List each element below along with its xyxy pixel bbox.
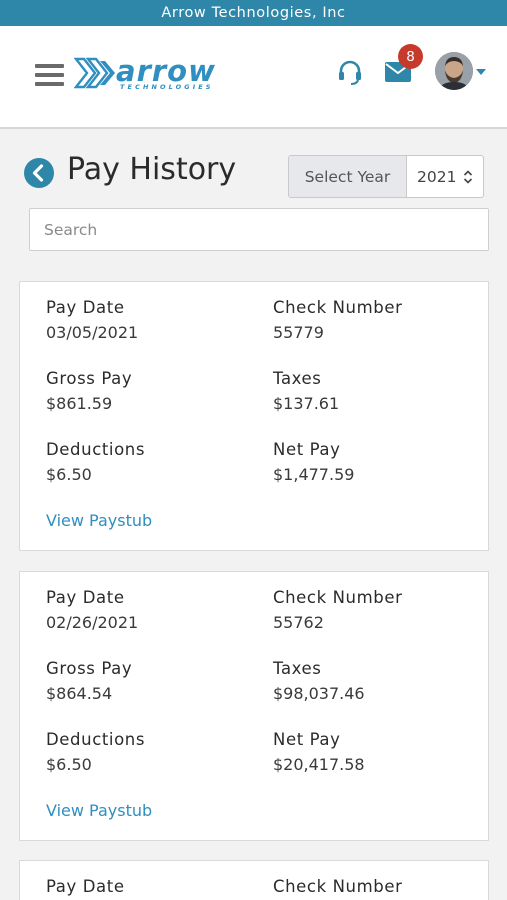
back-icon[interactable] bbox=[24, 158, 54, 188]
gross-pay-value: $864.54 bbox=[46, 684, 113, 703]
deductions-field: Deductions $6.50 bbox=[46, 730, 145, 774]
company-banner: Arrow Technologies, Inc bbox=[0, 0, 507, 26]
page-title: Pay History bbox=[67, 152, 237, 187]
taxes-value: $98,037.46 bbox=[273, 684, 365, 703]
taxes-label: Taxes bbox=[273, 369, 322, 388]
check-number-label: Check Number bbox=[273, 877, 403, 896]
headset-icon[interactable] bbox=[337, 59, 363, 85]
deductions-field: Deductions $6.50 bbox=[46, 440, 145, 484]
deductions-value: $6.50 bbox=[46, 465, 92, 484]
deductions-value: $6.50 bbox=[46, 755, 92, 774]
gross-pay-label: Gross Pay bbox=[46, 369, 133, 388]
view-paystub-link[interactable]: View Paystub bbox=[46, 511, 152, 530]
pay-date-field: Pay Date 03/05/2021 bbox=[46, 298, 138, 342]
taxes-label: Taxes bbox=[273, 659, 322, 678]
net-pay-field: Net Pay $1,477.59 bbox=[273, 440, 354, 484]
brand-tagline: TECHNOLOGIES bbox=[120, 83, 214, 91]
check-number-label: Check Number bbox=[273, 298, 403, 317]
deductions-label: Deductions bbox=[46, 730, 146, 749]
check-number-field: Check Number bbox=[273, 877, 402, 896]
pay-record-card: Pay Date Check Number bbox=[19, 860, 489, 900]
gross-pay-field: Gross Pay $864.54 bbox=[46, 659, 132, 703]
check-number-label: Check Number bbox=[273, 588, 403, 607]
net-pay-value: $1,477.59 bbox=[273, 465, 355, 484]
taxes-value: $137.61 bbox=[273, 394, 340, 413]
net-pay-value: $20,417.58 bbox=[273, 755, 365, 774]
gross-pay-value: $861.59 bbox=[46, 394, 113, 413]
user-photo bbox=[435, 52, 473, 90]
deductions-label: Deductions bbox=[46, 440, 146, 459]
updown-chevron-icon bbox=[463, 169, 473, 184]
pay-date-label: Pay Date bbox=[46, 877, 125, 896]
check-number-value: 55779 bbox=[273, 323, 324, 342]
search-input[interactable] bbox=[29, 208, 489, 251]
app-header: arrow TECHNOLOGIES 8 bbox=[0, 26, 507, 129]
view-paystub-link[interactable]: View Paystub bbox=[46, 801, 152, 820]
net-pay-label: Net Pay bbox=[273, 730, 341, 749]
brand-logo[interactable]: arrow TECHNOLOGIES bbox=[74, 54, 249, 95]
gross-pay-field: Gross Pay $861.59 bbox=[46, 369, 132, 413]
avatar[interactable] bbox=[435, 52, 473, 90]
pay-date-field: Pay Date bbox=[46, 877, 125, 896]
pay-date-label: Pay Date bbox=[46, 588, 125, 607]
taxes-field: Taxes $98,037.46 bbox=[273, 659, 365, 703]
notification-badge: 8 bbox=[398, 44, 423, 69]
taxes-field: Taxes $137.61 bbox=[273, 369, 339, 413]
year-value: 2021 bbox=[417, 167, 457, 186]
pay-date-value: 02/26/2021 bbox=[46, 613, 139, 632]
check-number-value: 55762 bbox=[273, 613, 324, 632]
year-selector[interactable]: Select Year 2021 bbox=[288, 155, 484, 198]
pay-record-card: Pay Date 02/26/2021 Check Number 55762 G… bbox=[19, 571, 489, 841]
menu-icon[interactable] bbox=[35, 64, 64, 86]
year-dropdown[interactable]: 2021 bbox=[407, 156, 483, 197]
net-pay-label: Net Pay bbox=[273, 440, 341, 459]
pay-date-value: 03/05/2021 bbox=[46, 323, 139, 342]
gross-pay-label: Gross Pay bbox=[46, 659, 133, 678]
chevron-down-icon[interactable] bbox=[476, 69, 486, 75]
arrow-logo-icon bbox=[74, 57, 115, 89]
net-pay-field: Net Pay $20,417.58 bbox=[273, 730, 365, 774]
company-name: Arrow Technologies, Inc bbox=[161, 5, 346, 21]
pay-date-field: Pay Date 02/26/2021 bbox=[46, 588, 138, 632]
year-selector-label: Select Year bbox=[289, 156, 407, 197]
check-number-field: Check Number 55779 bbox=[273, 298, 402, 342]
check-number-field: Check Number 55762 bbox=[273, 588, 402, 632]
pay-date-label: Pay Date bbox=[46, 298, 125, 317]
pay-record-card: Pay Date 03/05/2021 Check Number 55779 G… bbox=[19, 281, 489, 551]
